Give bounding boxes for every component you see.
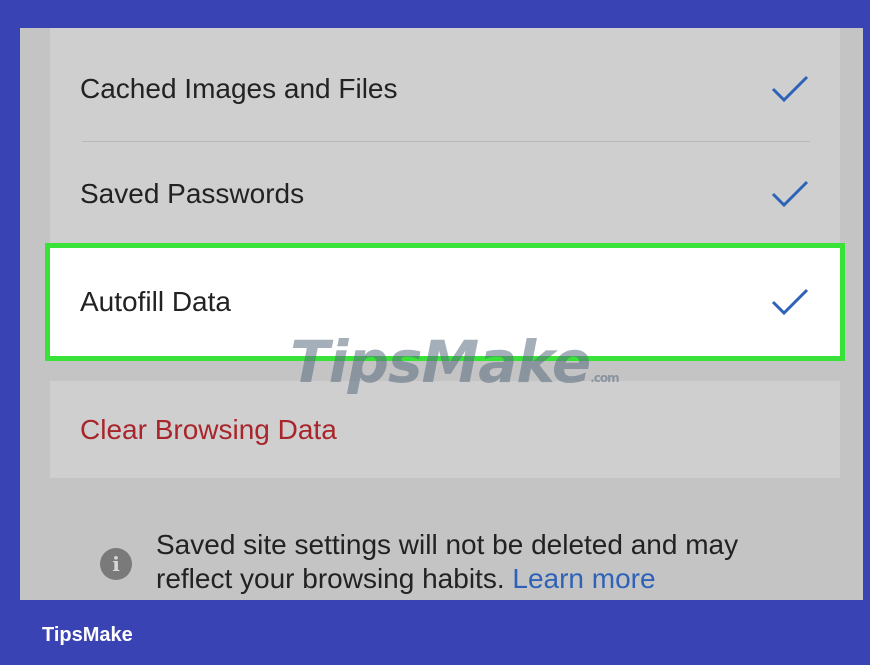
check-icon[interactable]	[770, 287, 810, 317]
learn-more-link[interactable]: Learn more	[512, 563, 655, 594]
check-icon[interactable]	[770, 74, 810, 104]
option-label: Autofill Data	[80, 286, 231, 317]
option-row-cached-images[interactable]: Cached Images and Files	[50, 36, 840, 141]
settings-screen: Cached Images and Files Saved Passwords …	[20, 28, 863, 600]
watermark-logo: TipsMake.com	[290, 328, 620, 396]
info-icon: i	[100, 548, 132, 580]
info-text: Saved site settings will not be deleted …	[156, 528, 820, 596]
clear-browsing-data-label: Clear Browsing Data	[80, 413, 337, 445]
check-icon[interactable]	[770, 179, 810, 209]
watermark-suffix: .com	[590, 371, 619, 385]
option-label: Cached Images and Files	[80, 72, 398, 104]
watermark-text: TipsMake	[290, 328, 591, 396]
brand-label: TipsMake	[42, 624, 133, 646]
option-label: Saved Passwords	[80, 177, 305, 209]
info-notice: i Saved site settings will not be delete…	[100, 528, 820, 596]
option-row-saved-passwords[interactable]: Saved Passwords	[50, 141, 840, 246]
